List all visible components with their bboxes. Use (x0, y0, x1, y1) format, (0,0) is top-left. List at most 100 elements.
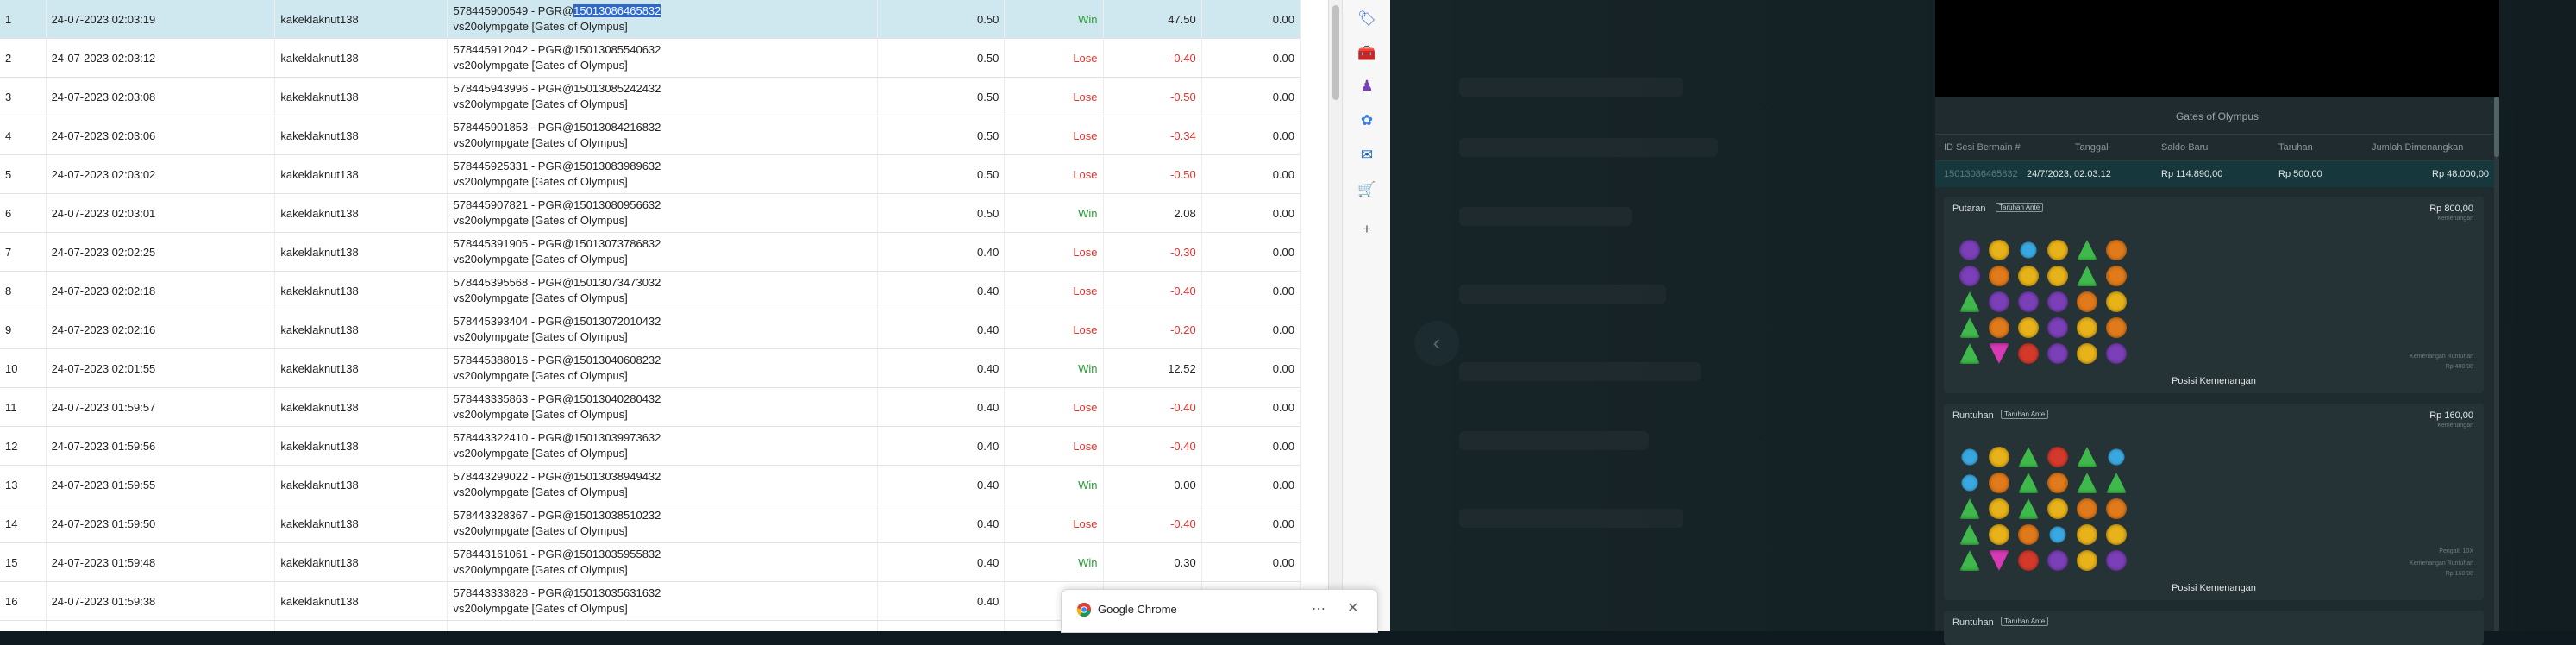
video-area (1935, 0, 2499, 97)
detail-transaction-id[interactable]: 15013084216832 (573, 121, 661, 134)
games-icon[interactable]: ♟ (1357, 76, 1377, 97)
win-position-link[interactable]: Posisi Kemenangan (1944, 583, 2484, 593)
row-detail: 578445395568 - PGR@15013073473032 vs20oly… (447, 271, 878, 310)
table-row[interactable]: 3 24-07-2023 02:03:08 kakeklaknut138 578445… (0, 77, 1301, 116)
table-row[interactable]: 8 24-07-2023 02:02:18 kakeklaknut138 578445… (0, 271, 1301, 310)
table-row[interactable]: 1 24-07-2023 02:03:19 kakeklaknut138 578445… (0, 0, 1301, 39)
detail-transaction-id[interactable]: 15013040280432 (573, 392, 661, 405)
chrome-notification[interactable]: Google Chrome ⋯ ✕ (1061, 589, 1378, 633)
tumble-win-label: Kemenangan Runtuhan (2410, 354, 2473, 360)
row-number: 16 (0, 581, 47, 621)
row-number: 9 (0, 310, 47, 349)
row-username: kakeklaknut138 (274, 77, 448, 116)
row-detail: 578445388016 - PGR@15013040608232 vs20oly… (447, 348, 878, 388)
detail-prefix: 578445395568 - PGR@ (453, 276, 574, 289)
row-extra: 0.00 (1201, 271, 1301, 310)
add-icon[interactable]: + (1357, 219, 1377, 240)
table-row[interactable]: 10 24-07-2023 02:01:55 kakeklaknut138 57844… (0, 348, 1301, 388)
detail-transaction-id[interactable]: 15013080956632 (573, 198, 661, 211)
detail-game: vs20olympgate [Gates of Olympus] (453, 524, 628, 537)
table-row[interactable]: 7 24-07-2023 02:02:25 kakeklaknut138 578445… (0, 232, 1301, 272)
detail-transaction-id[interactable]: 15013083989632 (573, 160, 661, 172)
tumble-win-value: Rp 160,00 (2445, 571, 2473, 577)
detail-prefix: 578445388016 - PGR@ (453, 354, 574, 366)
detail-line1: 578443335863 - PGR@15013040280432 (453, 391, 871, 407)
row-result: Lose (1004, 116, 1104, 155)
row-detail: 578445912042 - PGR@15013085540632 vs20oly… (447, 38, 878, 78)
table-row[interactable]: 13 24-07-2023 01:59:55 kakeklaknut138 57844… (0, 465, 1301, 504)
row-win: Rp 48.000,00 (2432, 169, 2490, 179)
row-amount: -0.20 (1103, 310, 1202, 349)
row-extra: 0.00 (1201, 310, 1301, 349)
gem-symbol-icon (2106, 240, 2127, 260)
row-detail: 578445900549 - PGR@15013086465832 vs20oly… (447, 0, 878, 39)
ante-bet-tag: Taruhan Ante (2001, 410, 2049, 419)
detail-transaction-id[interactable]: 15013085242432 (573, 82, 661, 95)
detail-transaction-id[interactable]: 15013086465832 (573, 4, 661, 17)
detail-transaction-id[interactable]: 15013040608232 (573, 354, 661, 366)
table-row[interactable]: 15 24-07-2023 01:59:48 kakeklaknut138 57844… (0, 542, 1301, 582)
row-bet: 0.40 (877, 348, 1006, 388)
gem-symbol-icon (1959, 317, 1980, 338)
detail-transaction-id[interactable]: 15013072010432 (573, 315, 661, 328)
ghost-row (1459, 362, 1701, 381)
shopping-icon[interactable]: 🛒 (1357, 179, 1377, 200)
table-scrollbar[interactable] (1328, 0, 1342, 631)
gem-symbol-icon (2016, 238, 2040, 262)
table-row[interactable]: 14 24-07-2023 01:59:50 kakeklaknut138 57844… (0, 504, 1301, 543)
gem-symbol-icon (2106, 550, 2127, 571)
detail-line1: 578445925331 - PGR@15013083989632 (453, 159, 871, 174)
detail-transaction-id[interactable]: 15013038949432 (573, 470, 661, 483)
gem-symbol-icon (1959, 498, 1980, 519)
row-date: 24-07-2023 01:59:48 (46, 542, 276, 582)
table-row[interactable]: 6 24-07-2023 02:03:01 kakeklaknut138 578445… (0, 193, 1301, 233)
table-row[interactable]: 4 24-07-2023 02:03:06 kakeklaknut138 578445… (0, 116, 1301, 155)
detail-transaction-id[interactable]: 15013035955832 (573, 548, 661, 560)
detail-transaction-id[interactable]: 15013039973632 (573, 431, 661, 444)
row-extra: 0.00 (1201, 38, 1301, 78)
table-scrollbar-thumb[interactable] (1332, 5, 1339, 100)
tumble-card: Runtuhan Taruhan Ante (1944, 611, 2484, 645)
detail-line1: 578445393404 - PGR@15013072010432 (453, 314, 871, 329)
chrome-logo-icon (1076, 602, 1092, 617)
history-data-row[interactable]: 15013086465832 24/7/2023, 02.03.12 Rp 11… (1935, 161, 2499, 187)
close-icon[interactable]: ✕ (1347, 599, 1358, 617)
table-row[interactable]: 11 24-07-2023 01:59:57 kakeklaknut138 57844… (0, 387, 1301, 427)
toolbox-icon[interactable]: 🧰 (1357, 43, 1377, 64)
outlook-icon[interactable]: ✉ (1357, 145, 1377, 166)
win-position-link[interactable]: Posisi Kemenangan (1944, 376, 2484, 386)
copilot-icon[interactable]: ✿ (1357, 110, 1377, 131)
panel-scrollbar-thumb[interactable] (2494, 97, 2499, 157)
panel-scrollbar[interactable] (2494, 97, 2499, 631)
detail-transaction-id[interactable]: 15013073786832 (573, 237, 661, 250)
table-row[interactable]: 2 24-07-2023 02:03:12 kakeklaknut138 578445… (0, 38, 1301, 78)
more-options-icon[interactable]: ⋯ (1312, 600, 1326, 617)
gem-symbol-icon (2047, 291, 2068, 312)
row-extra: 0.00 (1201, 387, 1301, 427)
bet-history-table-pane: 1 24-07-2023 02:03:19 kakeklaknut138 578445… (0, 0, 1342, 631)
detail-game: vs20olympgate [Gates of Olympus] (453, 20, 628, 33)
detail-transaction-id[interactable]: 15013035631632 (573, 586, 661, 599)
back-chevron-button[interactable]: ‹ (1414, 321, 1459, 366)
table-row[interactable]: 5 24-07-2023 02:03:02 kakeklaknut138 578445… (0, 154, 1301, 194)
row-result: Win (1004, 348, 1104, 388)
gem-symbol-icon (2047, 317, 2068, 338)
table-row[interactable]: 9 24-07-2023 02:02:16 kakeklaknut138 578445… (0, 310, 1301, 349)
detail-transaction-id[interactable]: 15013073473032 (573, 276, 661, 289)
tag-icon[interactable]: 🏷 (1357, 9, 1377, 29)
row-date: 24-07-2023 02:03:08 (46, 77, 276, 116)
table-row[interactable]: 12 24-07-2023 01:59:56 kakeklaknut138 57844… (0, 426, 1301, 466)
detail-line1: 578443333828 - PGR@15013035631632 (453, 586, 871, 601)
gem-symbol-icon (2106, 317, 2127, 338)
row-username: kakeklaknut138 (274, 232, 448, 272)
detail-game: vs20olympgate [Gates of Olympus] (453, 602, 628, 615)
detail-transaction-id[interactable]: 15013085540632 (573, 43, 661, 56)
detail-line1: 578445912042 - PGR@15013085540632 (453, 42, 871, 58)
gem-symbol-icon (1989, 291, 2009, 312)
detail-transaction-id[interactable]: 15013038510232 (573, 509, 661, 522)
row-result: Lose (1004, 310, 1104, 349)
gem-symbol-icon (1989, 240, 2009, 260)
row-bet: 0.50 (877, 154, 1006, 194)
gem-symbol-icon (2018, 343, 2039, 364)
row-bet: 0.50 (877, 193, 1006, 233)
